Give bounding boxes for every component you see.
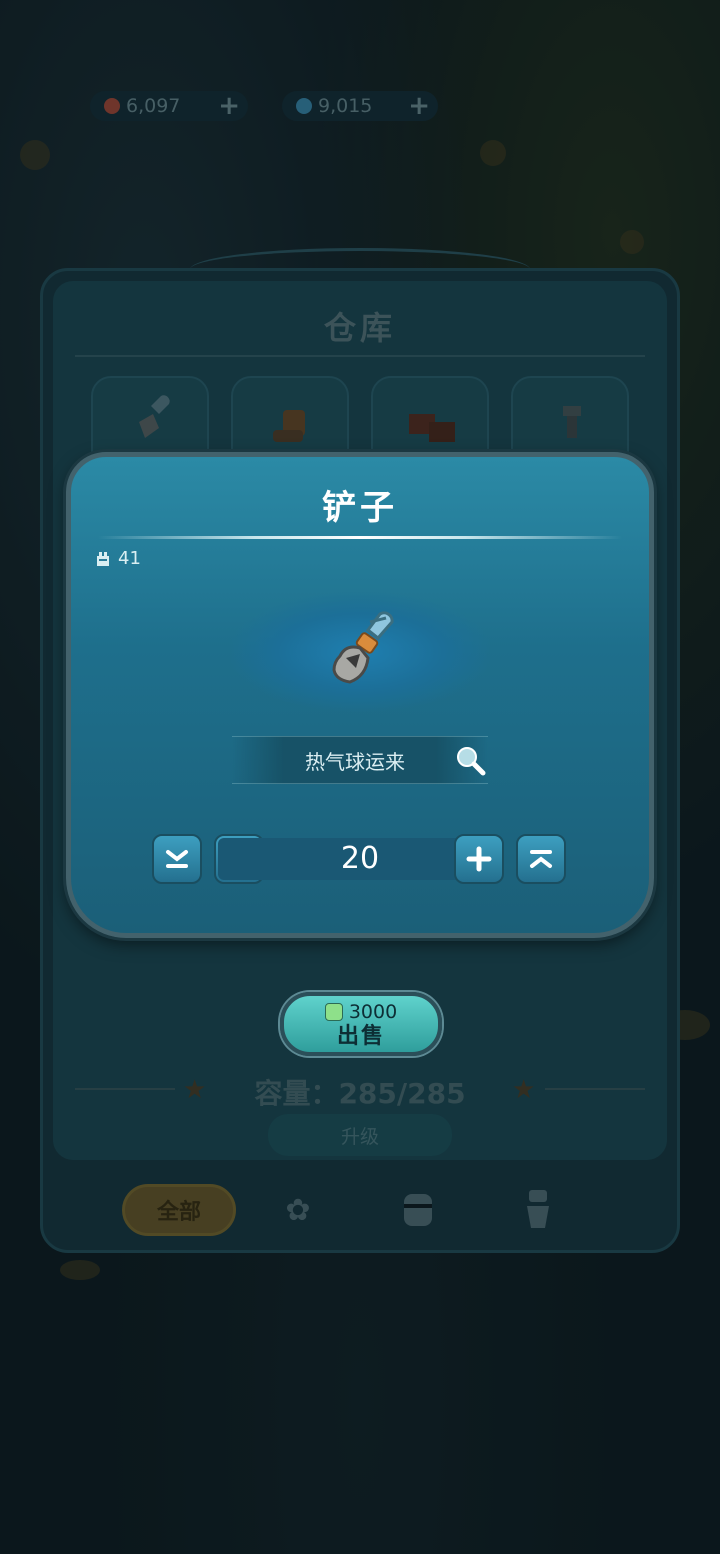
plus-icon: [466, 846, 492, 872]
double-down-icon: [166, 850, 188, 868]
quantity-increase-button[interactable]: [454, 834, 504, 884]
quantity-min-button[interactable]: [152, 834, 202, 884]
shovel-icon: [332, 611, 394, 684]
double-up-icon: [530, 850, 552, 868]
sell-button[interactable]: 3000 出售: [280, 992, 442, 1056]
owned-count: 41: [94, 548, 141, 569]
sell-price: 3000: [284, 1000, 438, 1024]
search-icon: [457, 747, 486, 776]
sell-price-value: 3000: [348, 1001, 398, 1023]
quantity-selector: 20: [152, 834, 568, 884]
bag-icon: [97, 551, 109, 566]
sell-label: 出售: [336, 1024, 385, 1049]
item-title: 铲子: [322, 488, 398, 528]
title-divider: [98, 536, 622, 539]
search-button[interactable]: [454, 744, 486, 776]
gem-icon: [324, 1003, 343, 1021]
owned-count-value: 41: [118, 548, 141, 569]
quantity-max-button[interactable]: [516, 834, 566, 884]
item-source: 热气球运来: [305, 750, 405, 774]
